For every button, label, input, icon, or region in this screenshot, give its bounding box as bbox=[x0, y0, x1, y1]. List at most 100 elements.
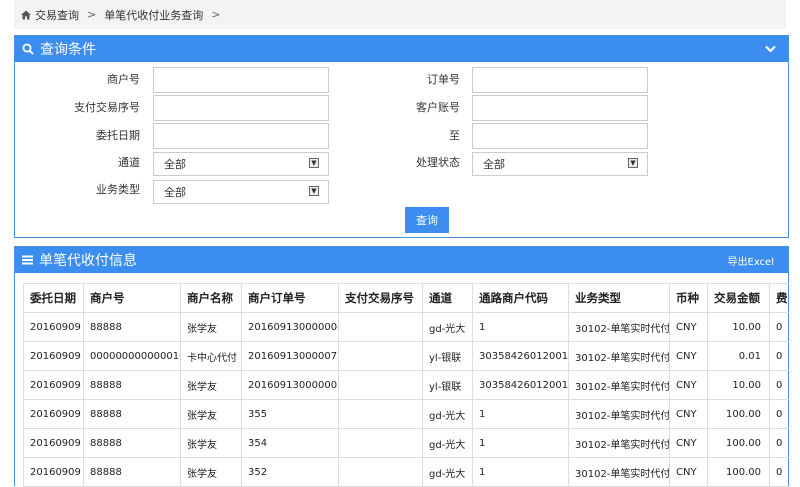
order-no-label: 订单号 bbox=[427, 73, 460, 86]
table-cell bbox=[338, 428, 423, 458]
table-cell: 201609130000003 bbox=[241, 370, 339, 400]
result-panel: 单笔代收付信息 导出Excel 委托日期 商户号 商户名称 商户订单号 支付交易序号 通道… bbox=[14, 246, 789, 487]
column-header: 费 bbox=[769, 283, 789, 313]
table-cell: CNY bbox=[669, 428, 708, 458]
table-cell: 1 bbox=[472, 457, 569, 487]
table-cell: 352 bbox=[241, 457, 339, 487]
table-cell: CNY bbox=[669, 457, 708, 487]
status-select-value: 全部 bbox=[483, 158, 505, 171]
query-button[interactable]: 查询 bbox=[405, 207, 449, 233]
table-cell: 30102-单笔实时代付 bbox=[568, 428, 670, 458]
table-cell: gd-光大 bbox=[422, 428, 473, 458]
table-cell: 201609130000072 bbox=[241, 341, 339, 371]
table-cell: CNY bbox=[669, 312, 708, 342]
column-header: 通路商户代码 bbox=[472, 283, 569, 313]
dropdown-arrow-icon[interactable]: ▼ bbox=[309, 158, 319, 168]
table-cell: 20160909 bbox=[23, 312, 84, 342]
breadcrumb-item-single-query[interactable]: 单笔代收付业务查询 bbox=[104, 7, 203, 23]
table-cell: CNY bbox=[669, 341, 708, 371]
table-cell: 张学友 bbox=[180, 428, 242, 458]
pay-txn-no-input[interactable] bbox=[153, 95, 329, 121]
table-cell: 0 bbox=[769, 457, 789, 487]
table-row[interactable]: 20160909 88888 张学友 352 gd-光大 1 30102-单笔实时代付 CNY… bbox=[23, 457, 789, 487]
query-panel-title: 查询条件 bbox=[40, 42, 96, 58]
column-header: 商户订单号 bbox=[241, 283, 339, 313]
result-table-container[interactable]: 委托日期 商户号 商户名称 商户订单号 支付交易序号 通道 通路商户代码 业务类型 币种 交易金额… bbox=[23, 283, 789, 487]
table-cell: 1 bbox=[472, 428, 569, 458]
table-cell: 100.00 bbox=[707, 457, 770, 487]
table-row[interactable]: 20160909 88888 张学友 201609130000004 gd-光大 1 301… bbox=[23, 312, 789, 342]
table-cell: 1 bbox=[472, 312, 569, 342]
table-cell: gd-光大 bbox=[422, 457, 473, 487]
table-row[interactable]: 20160909 88888 张学友 354 gd-光大 1 30102-单笔实时代付 CNY… bbox=[23, 428, 789, 458]
result-table: 委托日期 商户号 商户名称 商户订单号 支付交易序号 通道 通路商户代码 业务类型 币种 交易金额… bbox=[23, 283, 789, 487]
table-cell: 30102-单笔实时代付 bbox=[568, 341, 670, 371]
column-header: 支付交易序号 bbox=[338, 283, 423, 313]
table-cell: 20160909 bbox=[23, 399, 84, 429]
menu-icon bbox=[22, 255, 33, 265]
entrust-date-end-input[interactable] bbox=[472, 123, 648, 149]
table-row[interactable]: 20160909 88888 张学友 355 gd-光大 1 30102-单笔实时代付 CNY… bbox=[23, 399, 789, 429]
column-header: 业务类型 bbox=[568, 283, 670, 313]
table-cell: yl-银联 bbox=[422, 341, 473, 371]
table-cell: 88888 bbox=[83, 312, 181, 342]
table-cell bbox=[338, 370, 423, 400]
table-cell: 1 bbox=[472, 399, 569, 429]
table-row[interactable]: 20160909 88888 张学友 201609130000003 yl-银联 3035… bbox=[23, 370, 789, 400]
table-cell: 303584260120012 bbox=[472, 370, 569, 400]
column-header: 委托日期 bbox=[23, 283, 84, 313]
table-row[interactable]: 20160909 000000000000010 卡中心代付 201609130000… bbox=[23, 341, 789, 371]
dropdown-arrow-icon[interactable]: ▼ bbox=[309, 186, 319, 196]
table-cell: 201609130000004 bbox=[241, 312, 339, 342]
dropdown-arrow-icon[interactable]: ▼ bbox=[628, 158, 638, 168]
entrust-date-start-input[interactable] bbox=[153, 123, 329, 149]
table-cell: 20160909 bbox=[23, 457, 84, 487]
biz-type-select[interactable]: 全部 ▼ bbox=[153, 180, 329, 204]
table-cell: gd-光大 bbox=[422, 399, 473, 429]
merchant-no-label: 商户号 bbox=[107, 73, 140, 86]
table-cell: CNY bbox=[669, 370, 708, 400]
table-cell: 20160909 bbox=[23, 370, 84, 400]
home-icon[interactable] bbox=[21, 10, 31, 20]
table-cell: 303584260120012 bbox=[472, 341, 569, 371]
column-header: 通道 bbox=[422, 283, 473, 313]
table-cell: CNY bbox=[669, 399, 708, 429]
table-cell: 10.00 bbox=[707, 312, 770, 342]
table-cell: 0 bbox=[769, 341, 789, 371]
table-cell: 30102-单笔实时代付 bbox=[568, 457, 670, 487]
biz-type-select-value: 全部 bbox=[164, 186, 186, 199]
table-cell: 0.01 bbox=[707, 341, 770, 371]
chevron-down-icon[interactable] bbox=[765, 45, 776, 53]
biz-type-label: 业务类型 bbox=[96, 183, 140, 196]
breadcrumb: 交易查询 > 单笔代收付业务查询 > bbox=[14, 0, 786, 29]
table-cell: 30102-单笔实时代付 bbox=[568, 370, 670, 400]
table-cell: 30102-单笔实时代付 bbox=[568, 399, 670, 429]
table-cell: 张学友 bbox=[180, 399, 242, 429]
breadcrumb-separator: > bbox=[211, 8, 221, 21]
customer-account-label: 客户账号 bbox=[416, 101, 460, 114]
column-header: 交易金额 bbox=[707, 283, 770, 313]
order-no-input[interactable] bbox=[472, 67, 648, 93]
breadcrumb-item-trade-query[interactable]: 交易查询 bbox=[35, 7, 79, 23]
table-body: 20160909 88888 张学友 201609130000004 gd-光大 1 301… bbox=[23, 312, 789, 487]
table-cell: yl-银联 bbox=[422, 370, 473, 400]
query-panel-header[interactable]: 查询条件 bbox=[15, 36, 788, 62]
status-select[interactable]: 全部 ▼ bbox=[472, 152, 648, 176]
channel-select-value: 全部 bbox=[164, 158, 186, 171]
pay-txn-no-label: 支付交易序号 bbox=[74, 101, 140, 114]
customer-account-input[interactable] bbox=[472, 95, 648, 121]
channel-select[interactable]: 全部 ▼ bbox=[153, 152, 329, 176]
table-cell: 000000000000010 bbox=[83, 341, 181, 371]
table-cell: 张学友 bbox=[180, 457, 242, 487]
result-panel-header: 单笔代收付信息 导出Excel bbox=[15, 247, 788, 273]
table-cell bbox=[338, 457, 423, 487]
merchant-no-input[interactable] bbox=[153, 67, 329, 93]
entrust-date-label: 委托日期 bbox=[96, 129, 140, 142]
table-cell: 0 bbox=[769, 312, 789, 342]
table-cell: 88888 bbox=[83, 428, 181, 458]
export-excel-link[interactable]: 导出Excel bbox=[728, 253, 775, 268]
query-panel: 查询条件 商户号 订单号 支付交易序号 客户账号 委托日期 至 通道 全部 ▼ … bbox=[14, 35, 789, 238]
table-cell: 卡中心代付 bbox=[180, 341, 242, 371]
table-cell: 100.00 bbox=[707, 428, 770, 458]
table-header-row: 委托日期 商户号 商户名称 商户订单号 支付交易序号 通道 通路商户代码 业务类型 币种 交易金额… bbox=[23, 283, 789, 313]
